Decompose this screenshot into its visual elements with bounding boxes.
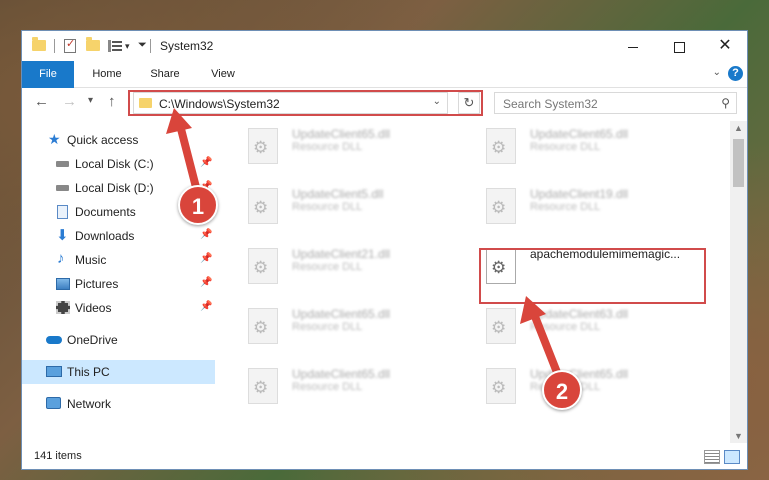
up-arrow-icon[interactable]: ↑: [108, 93, 116, 110]
customize-toolbar-icon[interactable]: ⏷: [138, 39, 147, 52]
step-2-badge: 2: [542, 370, 582, 410]
download-icon: ⬇: [56, 227, 69, 244]
sidebar-item-videos[interactable]: Videos 📌: [22, 296, 215, 320]
item-count: 141 items: [34, 450, 82, 462]
search-icon[interactable]: ⚲: [721, 96, 730, 110]
expand-ribbon-icon[interactable]: ⌄: [713, 67, 721, 78]
computer-icon: [46, 366, 62, 377]
pin-icon[interactable]: 📌: [200, 253, 212, 264]
pin-icon[interactable]: 📌: [200, 301, 212, 312]
file-description: Resource DLL: [292, 321, 363, 333]
large-icons-view-icon[interactable]: [724, 450, 740, 464]
sidebar-item-label: Quick access: [67, 133, 139, 147]
list-item[interactable]: UpdateClient19.dll Resource DLL: [472, 181, 692, 233]
window-title: System32: [160, 39, 214, 53]
help-icon[interactable]: ?: [728, 66, 743, 81]
sidebar-item-label: Music: [75, 253, 107, 267]
scroll-up-icon[interactable]: ▲: [730, 123, 747, 133]
dll-file-icon: [248, 128, 278, 164]
maximize-button[interactable]: [656, 31, 702, 61]
sidebar-item-pictures[interactable]: Pictures 📌: [22, 272, 215, 296]
title-bar: ▾ ⏷ System32 ✕: [22, 31, 747, 61]
scroll-down-icon[interactable]: ▼: [730, 431, 747, 441]
vertical-scrollbar[interactable]: ▲ ▼: [730, 121, 747, 443]
tab-share[interactable]: Share: [140, 61, 190, 87]
dll-file-icon: [486, 128, 516, 164]
drive-icon: [56, 185, 69, 191]
divider: [54, 39, 55, 53]
network-icon: [46, 397, 61, 409]
file-description: Resource DLL: [530, 141, 601, 153]
close-button[interactable]: ✕: [702, 31, 747, 61]
pictures-icon: [56, 278, 70, 290]
status-bar: 141 items: [22, 445, 747, 469]
divider: [150, 39, 151, 53]
dll-file-icon: [486, 188, 516, 224]
sidebar-item-label: This PC: [67, 365, 110, 379]
new-folder-icon[interactable]: [86, 37, 100, 51]
forward-arrow-icon[interactable]: →: [62, 93, 77, 110]
list-item[interactable]: UpdateClient65.dll Resource DLL: [472, 121, 692, 173]
search-input[interactable]: [495, 93, 715, 115]
file-name: UpdateClient65.dll: [292, 307, 391, 321]
list-item[interactable]: UpdateClient65.dll Resource DLL: [234, 121, 454, 173]
sidebar-item-label: Documents: [75, 205, 136, 219]
file-description: Resource DLL: [292, 201, 363, 213]
tab-view[interactable]: View: [198, 61, 248, 87]
drive-icon: [56, 161, 69, 167]
file-name: UpdateClient65.dll: [530, 127, 629, 141]
sidebar-item-music[interactable]: ♪ Music 📌: [22, 248, 215, 272]
sidebar-item-label: Network: [67, 397, 112, 411]
file-name: UpdateClient65.dll: [292, 127, 391, 141]
videos-icon: [56, 301, 70, 314]
step-1-badge: 1: [178, 185, 218, 225]
minimize-button[interactable]: [610, 31, 656, 61]
sidebar-item-onedrive[interactable]: OneDrive: [22, 328, 215, 352]
sidebar-item-label: Local Disk (D:): [75, 181, 154, 195]
dll-file-icon: [248, 368, 278, 404]
view-details-icon[interactable]: [108, 40, 122, 52]
file-explorer-window: ▾ ⏷ System32 ✕ File Home Share View ⌄ ? …: [21, 30, 748, 470]
file-name: UpdateClient19.dll: [530, 187, 629, 201]
sidebar-item-this-pc[interactable]: This PC: [22, 360, 215, 384]
documents-icon: [57, 205, 68, 219]
file-description: Resource DLL: [292, 141, 363, 153]
details-view-icon[interactable]: [704, 450, 720, 464]
list-item[interactable]: UpdateClient21.dll Resource DLL: [234, 241, 454, 293]
dll-file-icon: [248, 188, 278, 224]
dll-file-icon: [248, 308, 278, 344]
dll-file-icon: [248, 248, 278, 284]
file-name: UpdateClient21.dll: [292, 247, 391, 261]
cloud-icon: [46, 336, 62, 344]
search-box[interactable]: ⚲: [494, 92, 737, 115]
recent-locations-icon[interactable]: ▾: [88, 95, 93, 106]
sidebar-item-downloads[interactable]: ⬇ Downloads 📌: [22, 224, 215, 248]
file-description: Resource DLL: [530, 201, 601, 213]
sidebar-item-label: Pictures: [75, 277, 119, 291]
file-name: UpdateClient5.dll: [292, 187, 384, 201]
pin-icon[interactable]: 📌: [200, 277, 212, 288]
list-item[interactable]: UpdateClient5.dll Resource DLL: [234, 181, 454, 233]
file-name: UpdateClient65.dll: [292, 367, 391, 381]
back-arrow-icon[interactable]: ←: [34, 93, 49, 110]
file-description: Resource DLL: [292, 261, 363, 273]
scroll-thumb[interactable]: [733, 139, 744, 187]
properties-check-icon[interactable]: [64, 37, 76, 53]
sidebar-item-network[interactable]: Network: [22, 392, 215, 416]
folder-icon: [32, 37, 46, 51]
list-item[interactable]: UpdateClient65.dll Resource DLL: [234, 361, 454, 413]
music-icon: ♪: [57, 250, 65, 267]
sidebar-item-label: Downloads: [75, 229, 135, 243]
ribbon: File Home Share View ⌄ ?: [22, 61, 747, 113]
file-description: Resource DLL: [292, 381, 363, 393]
list-item[interactable]: UpdateClient65.dll Resource DLL: [234, 301, 454, 353]
tab-home[interactable]: Home: [82, 61, 132, 87]
sidebar-item-label: Local Disk (C:): [75, 157, 154, 171]
sidebar-item-label: Videos: [75, 301, 112, 315]
chevron-down-icon[interactable]: ▾: [125, 41, 130, 52]
star-icon: ★: [48, 131, 61, 147]
sidebar-item-label: OneDrive: [67, 333, 118, 347]
pin-icon[interactable]: 📌: [200, 229, 212, 240]
